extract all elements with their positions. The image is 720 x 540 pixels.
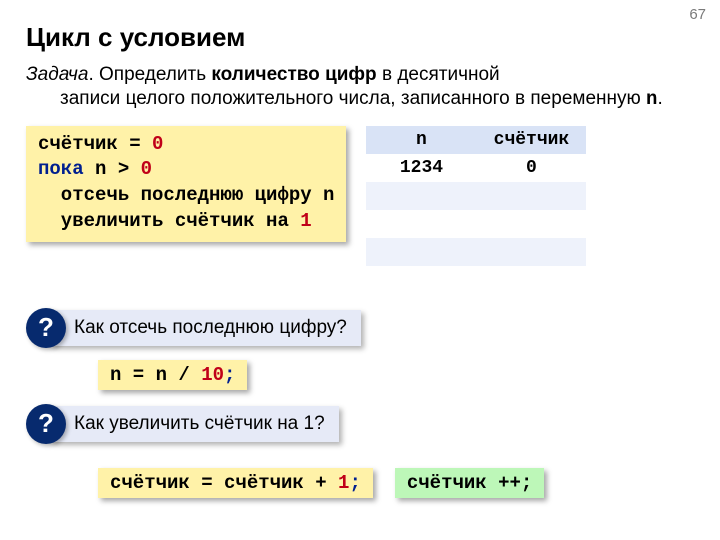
pc-l4b: 1 [300,210,311,232]
slide-content: Цикл с условием Задача. Определить колич… [0,0,720,498]
table-row [366,266,586,294]
code-snippet-1: n = n / 10; [98,360,247,390]
question-2: Как увеличить счётчик на 1? [50,406,339,442]
pc-l1a: счётчик = [38,133,152,155]
s2b: 1 [338,472,349,494]
question-row-2: ? Как увеличить счётчик на 1? [26,404,694,444]
s2a: счётчик = счётчик + [110,472,338,494]
question-1: Как отсечь последнюю цифру? [50,310,361,346]
page-number: 67 [689,6,706,23]
s1c: ; [224,364,235,386]
s2c: ; [349,472,360,494]
pc-l2a: пока [38,158,84,180]
pc-l4a: увеличить счётчик на [38,210,300,232]
s1b: 10 [201,364,224,386]
task-prefix: Задача [26,64,88,85]
task-bold: количество цифр [211,64,376,85]
table-header-row: n счётчик [366,126,586,154]
s1a: n = n / [110,364,201,386]
th-n: n [366,126,476,154]
task-text-2: записи целого положительного числа, запи… [60,88,646,109]
snippets-row: счётчик = счётчик + 1; счётчик ++; [98,456,694,498]
task-statement: Задача. Определить количество цифр в дес… [26,63,694,112]
pseudocode-block: счётчик = 0 пока n > 0 отсечь последнюю … [26,126,346,243]
table-row [366,182,586,210]
pc-l3: отсечь последнюю цифру n [38,184,334,206]
s3a: счётчик ++; [407,472,532,494]
slide-title: Цикл с условием [26,22,694,53]
th-counter: счётчик [476,126,586,154]
cell-n-1: 1234 [366,154,476,182]
pc-l2b: n > [84,158,141,180]
question-mark-icon: ? [26,404,66,444]
task-text-1b: в десятичной [377,64,500,85]
question-mark-icon: ? [26,308,66,348]
cell-c-1: 0 [476,154,586,182]
pc-l1b: 0 [152,133,163,155]
table-row [366,210,586,238]
task-text-1a: . Определить [88,64,211,85]
trace-table: n счётчик 1234 0 [366,126,586,294]
question-row-1: ? Как отсечь последнюю цифру? [26,308,694,348]
pc-l2c: 0 [141,158,152,180]
table-row: 1234 0 [366,154,586,182]
task-var: n [646,88,657,110]
code-snippet-2: счётчик = счётчик + 1; [98,468,373,498]
task-dot: . [657,88,662,109]
code-snippet-3: счётчик ++; [395,468,544,498]
table-row [366,238,586,266]
